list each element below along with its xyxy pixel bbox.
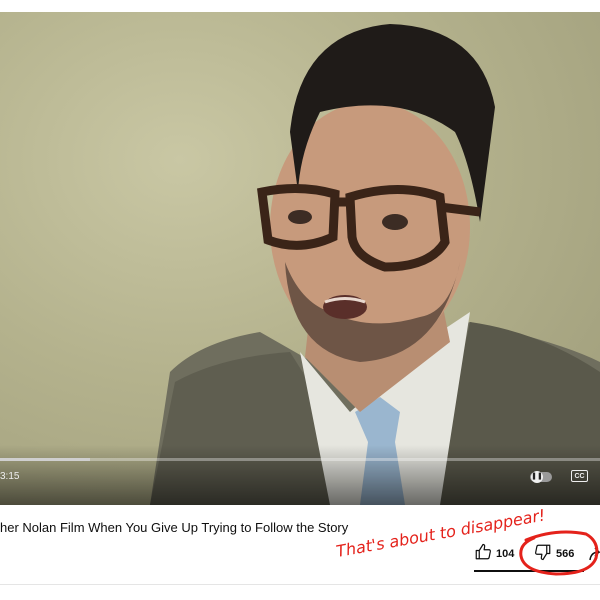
progress-bar-fill — [0, 458, 90, 461]
time-display: 3:15 — [0, 471, 20, 482]
thumbs-up-icon — [474, 543, 492, 566]
controls-overlay — [0, 445, 600, 505]
like-count: 104 — [496, 548, 515, 560]
video-frame[interactable] — [0, 12, 600, 505]
divider — [0, 584, 600, 585]
red-circle-annotation — [519, 530, 599, 576]
autoplay-toggle[interactable]: ❚❚ — [530, 471, 552, 483]
video-player[interactable] — [0, 12, 600, 505]
video-still-image — [150, 24, 600, 505]
progress-bar[interactable] — [0, 458, 600, 461]
cc-button[interactable]: CC — [571, 470, 588, 482]
video-title: her Nolan Film When You Give Up Trying t… — [0, 520, 349, 535]
pause-icon: ❚❚ — [531, 471, 543, 483]
